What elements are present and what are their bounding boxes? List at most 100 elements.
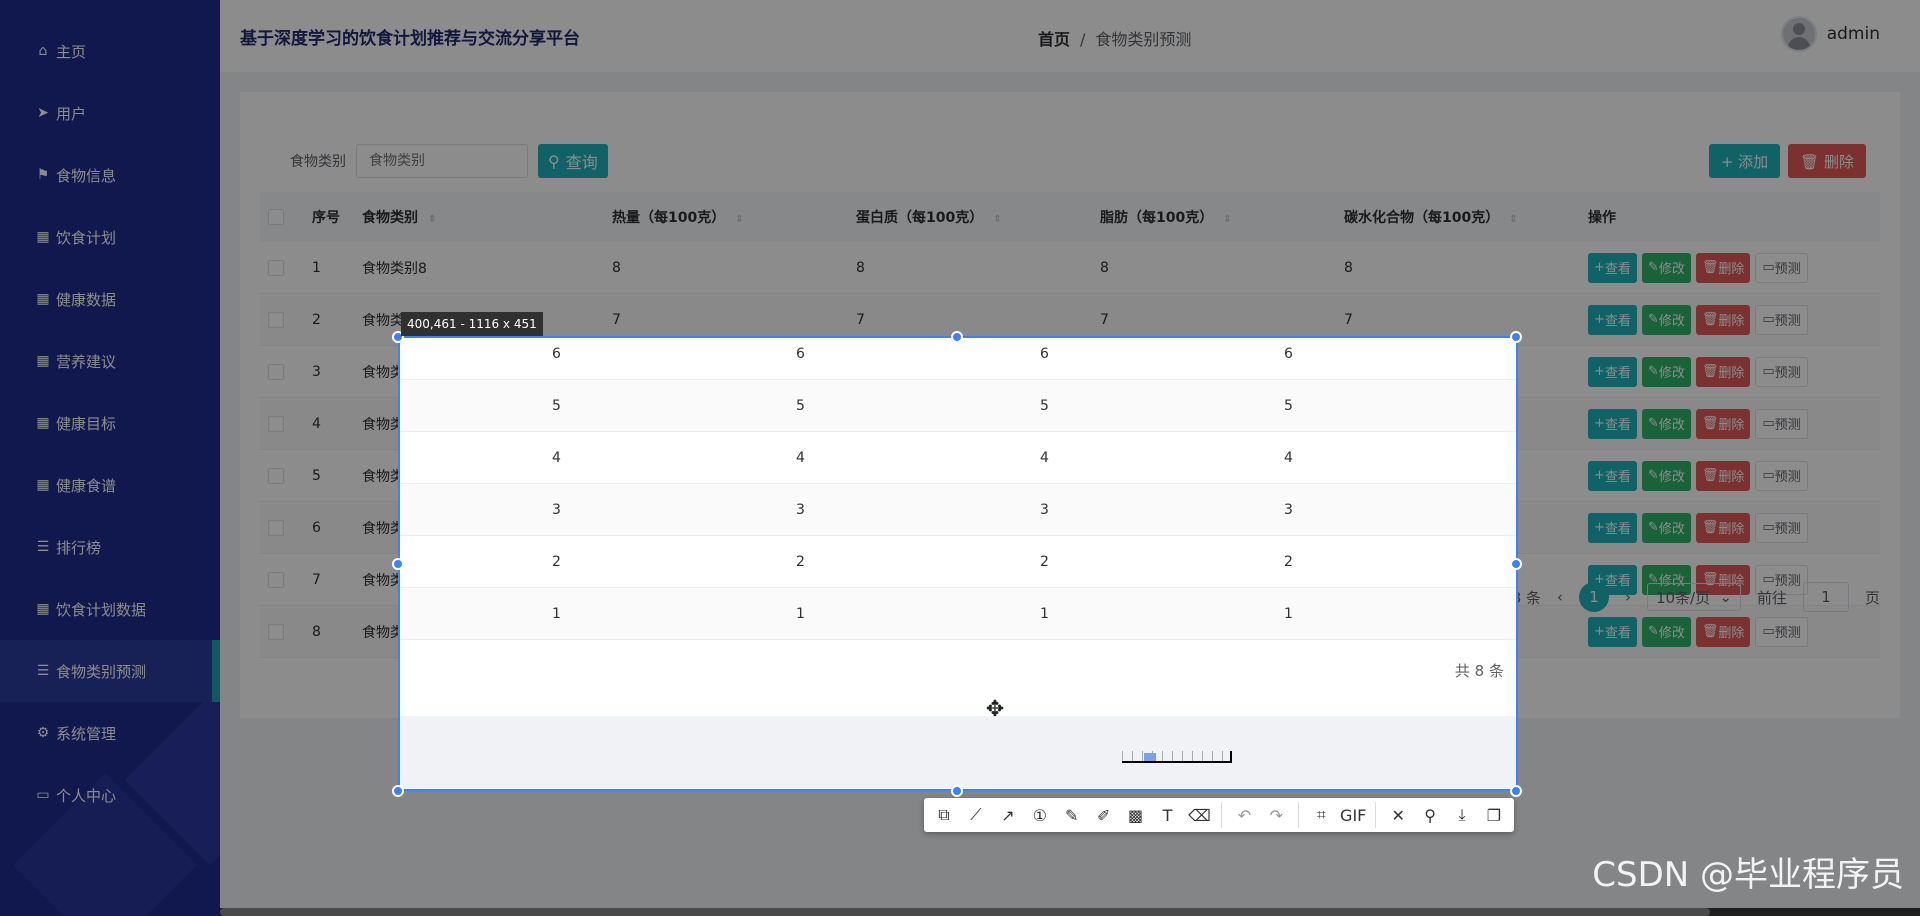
sidebar-item-nutrition-advice[interactable]: ▦ 营养建议 <box>0 330 220 392</box>
predict-button[interactable]: ▭ 预测 <box>1755 356 1808 387</box>
polyline-icon[interactable]: ⟋ <box>960 798 992 832</box>
selection-frame[interactable] <box>398 336 1518 791</box>
resize-handle-top-right[interactable] <box>1510 331 1522 343</box>
column-header[interactable]: 食物类别 ⇕ <box>362 192 612 242</box>
scrollbar-thumb[interactable] <box>220 908 1710 916</box>
delete-row-button[interactable]: 🗑 删除 <box>1695 512 1751 543</box>
goto-page-input[interactable]: 1 <box>1802 582 1849 612</box>
sidebar-item-leaderboard[interactable]: ☰ 排行榜 <box>0 516 220 578</box>
column-header[interactable]: 蛋白质（每100克） ⇕ <box>856 192 1100 242</box>
sidebar-item-personal-center[interactable]: ▭ 个人中心 <box>0 764 220 826</box>
avatar[interactable] <box>1780 16 1817 52</box>
undo-icon[interactable]: ↶ <box>1228 798 1260 832</box>
delete-button[interactable]: 🗑 删除 <box>1788 144 1866 178</box>
row-checkbox[interactable] <box>268 311 284 328</box>
row-checkbox[interactable] <box>268 467 284 484</box>
highlighter-icon[interactable]: ✐ <box>1088 798 1120 832</box>
copy-icon[interactable]: ❐ <box>1478 798 1510 832</box>
redo-icon[interactable]: ↷ <box>1260 798 1292 832</box>
row-checkbox[interactable] <box>268 519 284 536</box>
sort-icon[interactable]: ⇕ <box>993 214 1001 225</box>
sidebar-item-home[interactable]: ⌂ 主页 <box>0 20 220 82</box>
resize-handle-top[interactable] <box>951 331 963 343</box>
delete-row-button[interactable]: 🗑 删除 <box>1695 460 1751 491</box>
user-name[interactable]: admin <box>1827 24 1880 44</box>
edit-button[interactable]: ✎ 修改 <box>1641 408 1691 439</box>
sort-icon[interactable]: ⇕ <box>1223 214 1231 225</box>
sidebar-item-food-info[interactable]: ⚑ 食物信息 <box>0 144 220 206</box>
view-button[interactable]: + 查看 <box>1588 460 1637 491</box>
delete-row-button[interactable]: 🗑 删除 <box>1695 252 1751 283</box>
edit-button[interactable]: ✎ 修改 <box>1641 460 1691 491</box>
prev-page-icon[interactable]: ‹ <box>1557 588 1563 606</box>
view-button[interactable]: + 查看 <box>1588 408 1637 439</box>
add-button[interactable]: + 添加 <box>1708 144 1781 178</box>
predict-button[interactable]: ▭ 预测 <box>1755 460 1808 491</box>
view-button[interactable]: + 查看 <box>1588 616 1637 647</box>
predict-button[interactable]: ▭ 预测 <box>1755 252 1808 283</box>
sidebar-item-diet-plan-data[interactable]: ▦ 饮食计划数据 <box>0 578 220 640</box>
resize-handle-right[interactable] <box>1510 558 1522 570</box>
text-icon[interactable]: T <box>1152 798 1184 832</box>
row-checkbox[interactable] <box>268 259 284 276</box>
sidebar-item-system-management[interactable]: ⚙ 系统管理 <box>0 702 220 764</box>
arrow-icon[interactable]: ↗ <box>992 798 1024 832</box>
query-button[interactable]: ⚲ 查询 <box>538 144 608 178</box>
close-icon[interactable]: ✕ <box>1382 798 1414 832</box>
sort-icon[interactable]: ⇕ <box>428 214 436 225</box>
user-menu[interactable]: admin <box>1780 16 1880 52</box>
shape-icon[interactable]: ⧉ <box>928 798 960 832</box>
eraser-icon[interactable]: ⌫ <box>1184 798 1216 832</box>
column-header[interactable]: 热量（每100克） ⇕ <box>612 192 856 242</box>
pen-icon[interactable]: ✎ <box>1056 798 1088 832</box>
predict-button[interactable]: ▭ 预测 <box>1755 616 1808 647</box>
resize-handle-bottom-left[interactable] <box>392 785 404 797</box>
delete-row-button[interactable]: 🗑 删除 <box>1695 356 1751 387</box>
sidebar-item-diet-plan[interactable]: ▦ 饮食计划 <box>0 206 220 268</box>
view-button[interactable]: + 查看 <box>1588 252 1637 283</box>
breadcrumb-home[interactable]: 首页 <box>1038 30 1070 49</box>
download-icon[interactable]: ⤓ <box>1446 798 1478 832</box>
pin-icon[interactable]: ⚲ <box>1414 798 1446 832</box>
ocr-icon[interactable]: ⌗ <box>1305 798 1337 832</box>
row-checkbox[interactable] <box>268 363 284 380</box>
resize-handle-bottom-right[interactable] <box>1510 785 1522 797</box>
view-button[interactable]: + 查看 <box>1588 356 1637 387</box>
delete-row-button[interactable]: 🗑 删除 <box>1695 304 1751 335</box>
delete-row-button[interactable]: 🗑 删除 <box>1695 616 1751 647</box>
horizontal-scrollbar[interactable] <box>220 908 1920 916</box>
number-icon[interactable]: ① <box>1024 798 1056 832</box>
sort-icon[interactable]: ⇕ <box>1509 214 1517 225</box>
sidebar-item-health-data[interactable]: ▦ 健康数据 <box>0 268 220 330</box>
edit-button[interactable]: ✎ 修改 <box>1641 512 1691 543</box>
page-number[interactable]: 1 <box>1578 582 1609 612</box>
mosaic-icon[interactable]: ▩ <box>1120 798 1152 832</box>
edit-button[interactable]: ✎ 修改 <box>1641 616 1691 647</box>
row-checkbox[interactable] <box>268 623 284 640</box>
edit-button[interactable]: ✎ 修改 <box>1641 304 1691 335</box>
sidebar-item-users[interactable]: ➤ 用户 <box>0 82 220 144</box>
column-header[interactable]: 脂肪（每100克） ⇕ <box>1100 192 1344 242</box>
row-checkbox[interactable] <box>268 571 284 588</box>
sort-icon[interactable]: ⇕ <box>735 214 743 225</box>
sidebar-item-food-category-prediction[interactable]: ☰ 食物类别预测 <box>0 640 220 702</box>
page-size-select[interactable]: 10条/页 ⌄ <box>1646 583 1741 611</box>
view-button[interactable]: + 查看 <box>1588 304 1637 335</box>
resize-handle-bottom[interactable] <box>951 785 963 797</box>
edit-button[interactable]: ✎ 修改 <box>1641 356 1691 387</box>
gif-icon[interactable]: GIF <box>1337 798 1369 832</box>
resize-handle-left[interactable] <box>392 558 404 570</box>
view-button[interactable]: + 查看 <box>1588 512 1637 543</box>
next-page-icon[interactable]: › <box>1625 588 1631 606</box>
delete-row-button[interactable]: 🗑 删除 <box>1695 408 1751 439</box>
column-header[interactable]: 碳水化合物（每100克） ⇕ <box>1344 192 1588 242</box>
row-checkbox[interactable] <box>268 415 284 432</box>
predict-button[interactable]: ▭ 预测 <box>1755 512 1808 543</box>
sidebar-item-health-recipes[interactable]: ▦ 健康食谱 <box>0 454 220 516</box>
search-input[interactable] <box>356 144 528 178</box>
edit-button[interactable]: ✎ 修改 <box>1641 252 1691 283</box>
predict-button[interactable]: ▭ 预测 <box>1755 408 1808 439</box>
sidebar-item-health-goals[interactable]: ▦ 健康目标 <box>0 392 220 454</box>
select-all-checkbox[interactable] <box>268 209 284 225</box>
predict-button[interactable]: ▭ 预测 <box>1755 304 1808 335</box>
